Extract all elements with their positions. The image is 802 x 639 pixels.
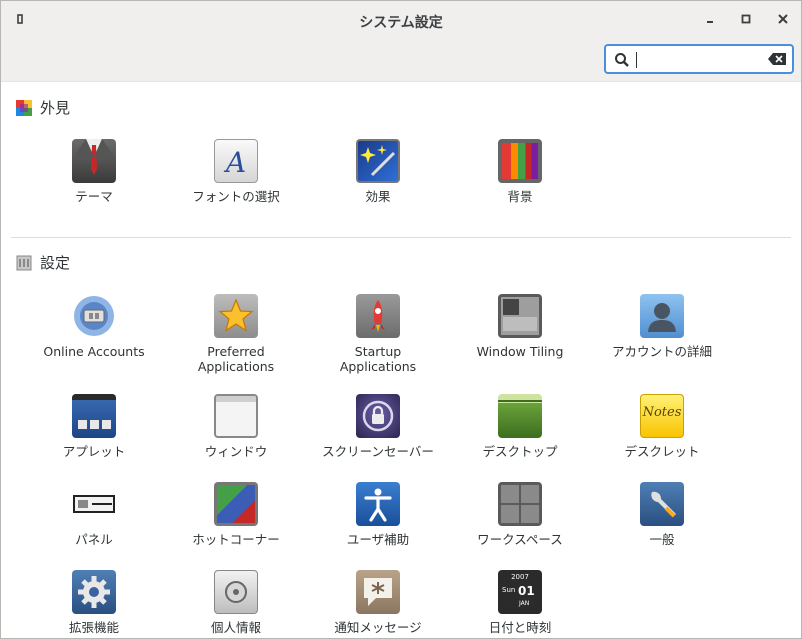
font-letter-a-icon: A — [214, 139, 258, 183]
note-icon: Notes — [640, 394, 684, 438]
background-stripes-icon — [498, 139, 542, 183]
online-accounts-icon — [72, 294, 116, 338]
settings-item-label: 拡張機能 — [68, 620, 119, 635]
settings-item-label: パネル — [75, 532, 113, 547]
settings-item-fonts[interactable]: A フォントの選択 — [165, 139, 307, 204]
search-input[interactable] — [604, 44, 794, 74]
gear-icon — [72, 570, 116, 614]
settings-item-startup-applications[interactable]: Startup Applications — [307, 294, 449, 374]
settings-item-label: Window Tiling — [476, 344, 564, 359]
wrench-icon — [640, 482, 684, 526]
settings-item-date-time[interactable]: 2007 Sun 01 JAN 日付と時刻 — [449, 570, 591, 635]
settings-item-label: 個人情報 — [210, 620, 261, 635]
settings-item-screensaver[interactable]: スクリーンセーバー — [307, 394, 449, 459]
settings-item-label: 日付と時刻 — [488, 620, 552, 635]
settings-item-preferred-applications[interactable]: Preferred Applications — [165, 294, 307, 374]
star-icon — [214, 294, 258, 338]
workspace-grid-icon — [498, 482, 542, 526]
settings-item-extensions[interactable]: 拡張機能 — [23, 570, 165, 635]
calendar-day: 01 — [518, 584, 535, 598]
accessibility-icon — [356, 482, 400, 526]
settings-item-label: Online Accounts — [43, 344, 145, 359]
minimize-icon[interactable] — [703, 12, 717, 26]
calendar-year: 2007 — [511, 573, 529, 581]
settings-item-hot-corners[interactable]: ホットコーナー — [165, 482, 307, 547]
settings-item-effects[interactable]: 効果 — [307, 139, 449, 204]
applets-icon — [72, 394, 116, 438]
calendar-month: JAN — [519, 600, 530, 607]
calendar-weekday: Sun — [502, 586, 516, 594]
settings-item-accessibility[interactable]: ユーザ補助 — [307, 482, 449, 547]
settings-item-label: ホットコーナー — [192, 532, 280, 547]
hot-corner-icon — [214, 482, 258, 526]
settings-item-label: アカウントの詳細 — [611, 344, 712, 359]
settings-item-applets[interactable]: アプレット — [23, 394, 165, 459]
settings-item-window-tiling[interactable]: Window Tiling — [449, 294, 591, 359]
system-settings-window: システム設定 外見 テーマ A フォントの選択 効果 背景 設定 Online … — [0, 0, 802, 639]
settings-item-label: 通知メッセージ — [334, 620, 422, 635]
settings-item-label: ユーザ補助 — [346, 532, 410, 547]
lock-icon — [356, 394, 400, 438]
desktop-icon — [498, 394, 542, 438]
effects-sparkle-icon — [356, 139, 400, 183]
settings-item-desklets[interactable]: Notes デスクレット — [591, 394, 733, 459]
settings-item-label: デスクトップ — [482, 444, 558, 459]
section-header-preferences: 設定 — [16, 252, 70, 273]
settings-item-label: デスクレット — [624, 444, 700, 459]
settings-item-theme[interactable]: テーマ — [23, 139, 165, 204]
settings-item-label: Preferred Applications — [197, 344, 275, 374]
section-divider — [11, 237, 791, 238]
user-silhouette-icon — [640, 294, 684, 338]
settings-item-panel[interactable]: パネル — [23, 482, 165, 547]
window-tiling-icon — [498, 294, 542, 338]
settings-item-label: 効果 — [365, 189, 391, 204]
settings-item-label: テーマ — [75, 189, 113, 204]
settings-item-privacy[interactable]: 個人情報 — [165, 570, 307, 635]
settings-item-label: 背景 — [507, 189, 533, 204]
panel-icon — [72, 482, 116, 526]
rocket-icon — [356, 294, 400, 338]
section-header-appearance: 外見 — [16, 97, 70, 118]
header-bar: システム設定 — [1, 1, 801, 82]
notification-icon — [356, 570, 400, 614]
settings-item-account-details[interactable]: アカウントの詳細 — [591, 294, 733, 359]
section-title: 設定 — [40, 254, 71, 272]
appearance-color-icon — [16, 99, 32, 116]
settings-item-label: ウィンドウ — [204, 444, 268, 459]
settings-item-label: ワークスペース — [477, 532, 563, 547]
window-icon — [214, 394, 258, 438]
settings-item-online-accounts[interactable]: Online Accounts — [23, 294, 165, 359]
search-icon — [615, 53, 629, 67]
settings-item-desktop[interactable]: デスクトップ — [449, 394, 591, 459]
preferences-icon — [16, 255, 32, 270]
text-cursor — [636, 52, 637, 68]
close-icon[interactable] — [776, 12, 790, 26]
maximize-icon[interactable] — [739, 12, 753, 26]
safe-icon — [214, 570, 258, 614]
settings-item-general[interactable]: 一般 — [591, 482, 733, 547]
calendar-icon: 2007 Sun 01 JAN — [498, 570, 542, 614]
settings-item-label: フォントの選択 — [192, 189, 280, 204]
settings-item-label: スクリーンセーバー — [322, 444, 434, 459]
settings-item-notifications[interactable]: 通知メッセージ — [307, 570, 449, 635]
settings-item-label: アプレット — [62, 444, 126, 459]
settings-item-windows[interactable]: ウィンドウ — [165, 394, 307, 459]
window-title: システム設定 — [359, 15, 443, 31]
settings-item-label: 一般 — [649, 532, 675, 547]
theme-suit-icon — [72, 139, 116, 183]
clear-text-icon[interactable] — [768, 53, 786, 65]
settings-item-workspaces[interactable]: ワークスペース — [449, 482, 591, 547]
settings-item-background[interactable]: 背景 — [449, 139, 591, 204]
settings-item-label: Startup Applications — [339, 344, 417, 374]
section-title: 外見 — [40, 99, 71, 117]
